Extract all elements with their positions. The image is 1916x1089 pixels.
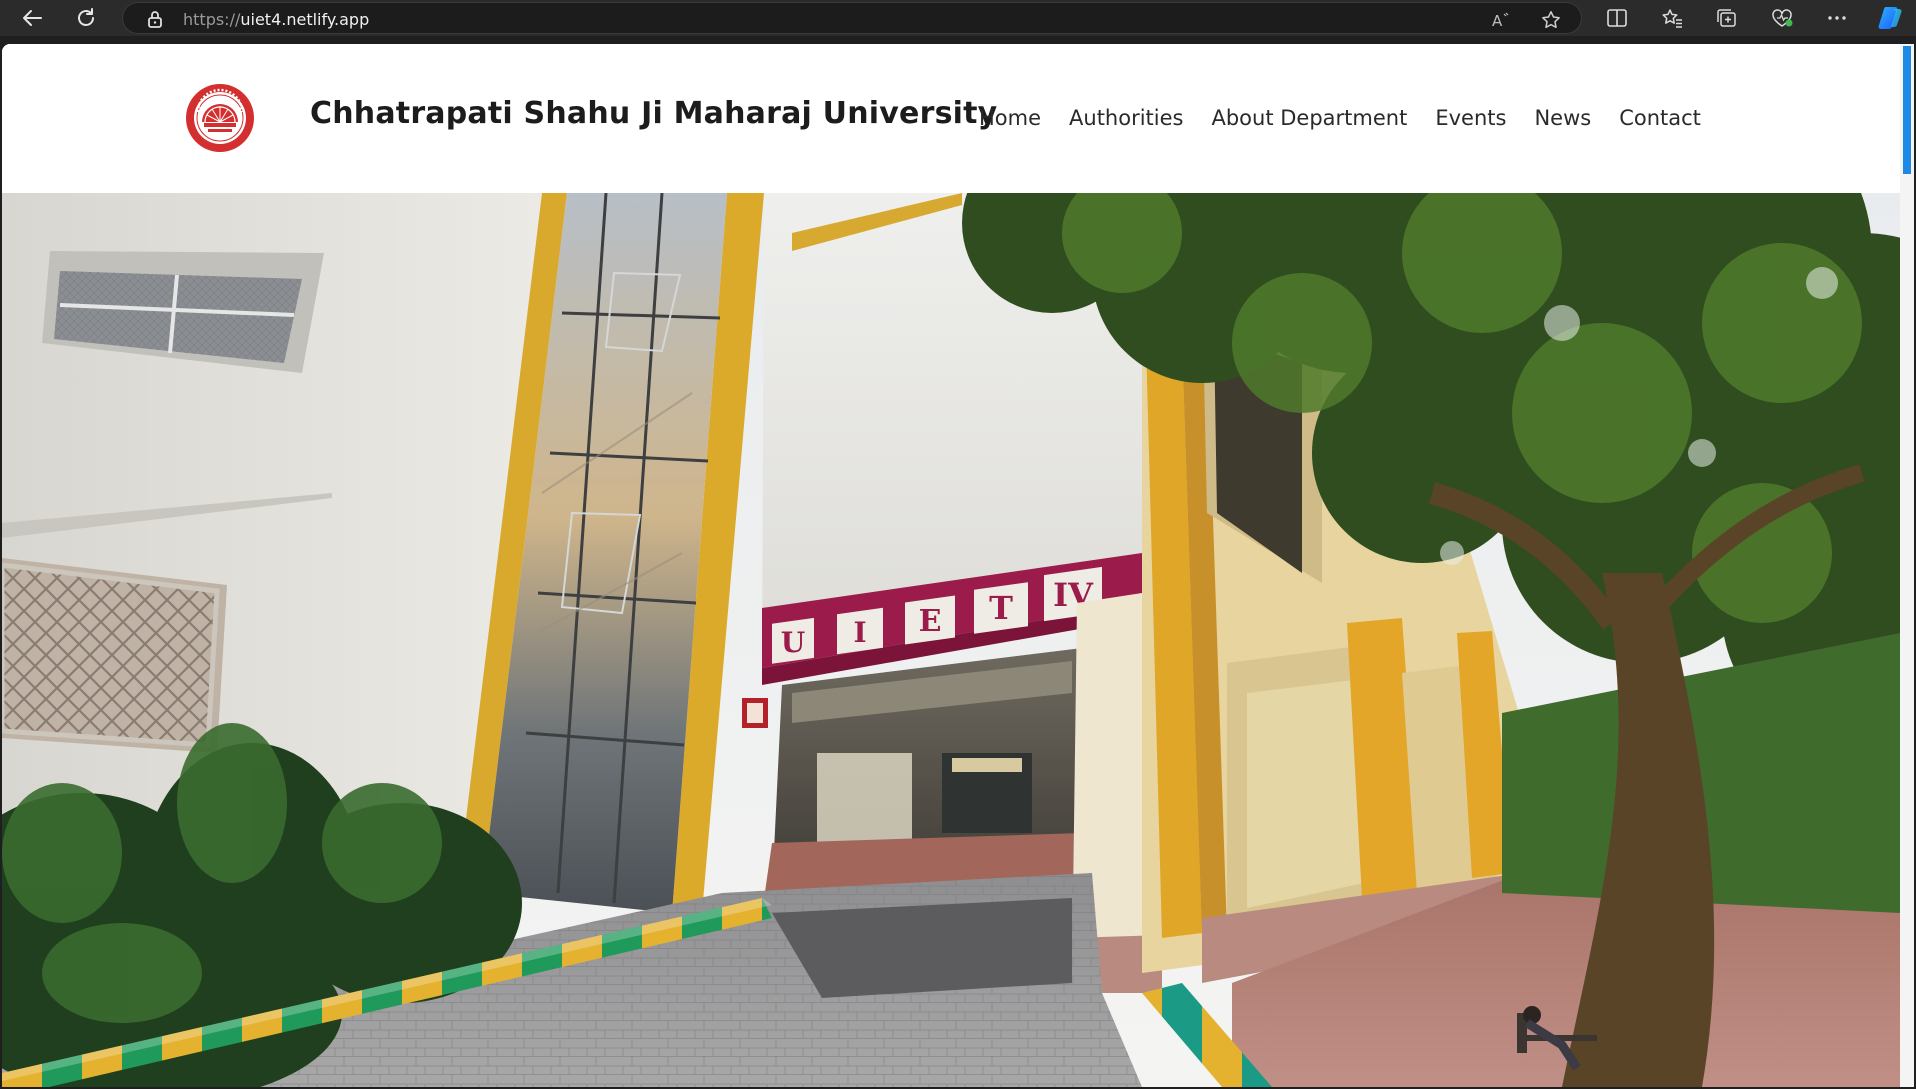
nav-authorities[interactable]: Authorities bbox=[1069, 106, 1183, 130]
sign-letter-t: T bbox=[989, 589, 1013, 627]
sign-letter-e: E bbox=[919, 604, 942, 639]
nav-events[interactable]: Events bbox=[1435, 106, 1506, 130]
nav-contact[interactable]: Contact bbox=[1619, 106, 1701, 130]
copilot-icon[interactable] bbox=[1877, 5, 1905, 31]
sign-letter-i: I bbox=[853, 616, 866, 649]
site-header: Chhatrapati Shahu Ji Maharaj University … bbox=[2, 44, 1900, 193]
favorites-icon[interactable] bbox=[1661, 8, 1683, 28]
scrollbar-thumb[interactable] bbox=[1903, 46, 1911, 174]
nav-about-department[interactable]: About Department bbox=[1211, 106, 1407, 130]
main-nav: Home Authorities About Department Events… bbox=[979, 106, 1701, 130]
favorite-star-icon[interactable] bbox=[1541, 10, 1561, 30]
university-logo[interactable] bbox=[184, 82, 256, 154]
nav-news[interactable]: News bbox=[1534, 106, 1591, 130]
split-screen-icon[interactable] bbox=[1606, 8, 1628, 28]
more-icon[interactable] bbox=[1826, 8, 1848, 28]
page-viewport: Chhatrapati Shahu Ji Maharaj University … bbox=[2, 44, 1900, 1087]
back-icon[interactable] bbox=[18, 6, 46, 30]
page-scrollbar[interactable] bbox=[1900, 44, 1914, 1087]
browser-toolbar: https://uiet4.netlify.app A bbox=[0, 0, 1916, 36]
browser-essentials-icon[interactable] bbox=[1771, 8, 1793, 28]
url-host: uiet4.netlify.app bbox=[240, 10, 370, 29]
hero-banner: U I E T IV bbox=[2, 193, 1900, 1087]
url-scheme: https:// bbox=[183, 10, 241, 29]
svg-text:A: A bbox=[1492, 12, 1503, 30]
lock-icon[interactable] bbox=[147, 10, 163, 28]
nav-home[interactable]: Home bbox=[979, 106, 1041, 130]
site-title: Chhatrapati Shahu Ji Maharaj University bbox=[310, 96, 998, 131]
sign-letter-u: U bbox=[781, 626, 805, 659]
address-bar[interactable]: https://uiet4.netlify.app A bbox=[122, 2, 1582, 34]
url-text[interactable]: https://uiet4.netlify.app bbox=[183, 10, 369, 29]
collections-icon[interactable] bbox=[1716, 8, 1738, 28]
read-aloud-icon[interactable]: A bbox=[1491, 10, 1511, 30]
refresh-icon[interactable] bbox=[72, 6, 100, 30]
campus-building-photo: U I E T IV bbox=[2, 193, 1900, 1087]
